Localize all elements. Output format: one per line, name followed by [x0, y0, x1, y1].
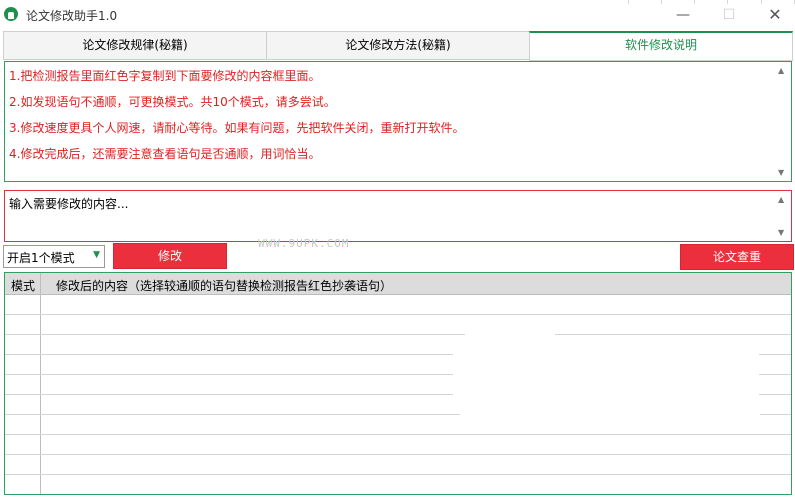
column-divider [40, 273, 41, 494]
tab-bar: 论文修改规律(秘籍) 论文修改方法(秘籍) 软件修改说明 [3, 31, 793, 61]
table-row[interactable] [5, 434, 791, 435]
instructions-panel[interactable]: 1.把检测报告里面红色字复制到下面要修改的内容框里面。 2.如发现语句不通顺，可… [4, 61, 792, 182]
title-bar: 论文修改助手1.0 — ☐ ✕ [0, 0, 795, 30]
scroll-down-icon[interactable]: ▼ [778, 168, 784, 177]
instruction-line: 2.如发现语句不通顺，可更换模式。共10个模式，请多尝试。 [9, 95, 336, 109]
app-logo-icon [4, 7, 18, 21]
table-blank-area [460, 403, 760, 420]
instructions-scrollbar[interactable]: ▲ ▼ [775, 63, 790, 180]
column-header-content: 修改后的内容（选择较通顺的语句替换检测报告红色抄袭语句） [56, 279, 393, 293]
mode-select[interactable]: 开启1个模式 ▼ [3, 245, 105, 268]
table-row[interactable] [5, 314, 791, 315]
table-row[interactable] [5, 474, 791, 475]
tab-revision-rules[interactable]: 论文修改规律(秘籍) [3, 31, 266, 60]
modify-button[interactable]: 修改 [113, 243, 227, 269]
results-table[interactable]: 模式 修改后的内容（选择较通顺的语句替换检测报告红色抄袭语句） [4, 272, 792, 495]
watermark: WWW.9UPK.COM [258, 237, 350, 250]
instruction-line: 4.修改完成后，还需要注意查看语句是否通顺，用词恰当。 [9, 147, 321, 161]
instruction-line: 3.修改速度更具个人网速，请耐心等待。如果有问题，先把软件关闭，重新打开软件。 [9, 121, 465, 135]
minimize-button[interactable]: — [660, 0, 706, 30]
input-scrollbar[interactable]: ▲ ▼ [775, 192, 790, 240]
table-blank-area [453, 348, 759, 403]
table-row[interactable] [5, 334, 791, 335]
scroll-up-icon[interactable]: ▲ [778, 195, 784, 204]
maximize-button[interactable]: ☐ [706, 0, 752, 30]
instruction-line: 1.把检测报告里面红色字复制到下面要修改的内容框里面。 [9, 69, 321, 83]
tab-revision-methods[interactable]: 论文修改方法(秘籍) [266, 31, 529, 60]
table-row[interactable] [5, 454, 791, 455]
scroll-up-icon[interactable]: ▲ [778, 66, 784, 75]
content-input[interactable]: 输入需要修改的内容... ▲ ▼ [4, 190, 792, 242]
content-input-placeholder: 输入需要修改的内容... [9, 197, 129, 211]
table-header: 模式 修改后的内容（选择较通顺的语句替换检测报告红色抄袭语句） [5, 273, 791, 295]
table-blank-area [465, 325, 555, 342]
window-title: 论文修改助手1.0 [26, 9, 118, 23]
chevron-down-icon[interactable]: ▼ [93, 250, 100, 260]
tab-software-instructions[interactable]: 软件修改说明 [529, 31, 793, 61]
scroll-down-icon[interactable]: ▼ [778, 228, 784, 237]
plagiarism-check-button[interactable]: 论文查重 [680, 244, 794, 270]
column-header-mode: 模式 [11, 279, 36, 293]
close-button[interactable]: ✕ [752, 0, 795, 30]
mode-select-value: 开启1个模式 [7, 251, 75, 265]
